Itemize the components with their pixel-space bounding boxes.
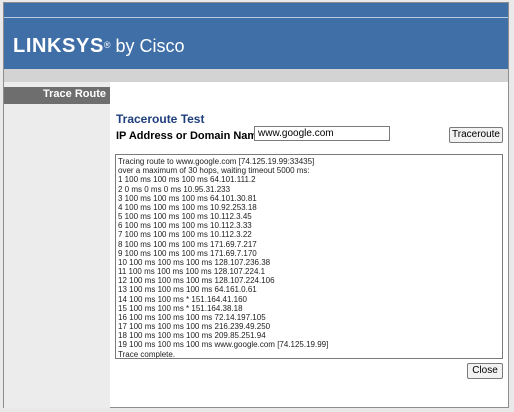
traceroute-button[interactable]: Traceroute	[449, 127, 503, 143]
router-window: LINKSYS® by Cisco Trace Route Traceroute…	[3, 2, 509, 408]
logo-brand: LINKSYS	[13, 35, 104, 57]
output-line: 5 100 ms 100 ms 100 ms 10.112.3.45	[118, 212, 252, 222]
output-line: 1 100 ms 100 ms 100 ms 64.101.111.2	[118, 175, 256, 185]
header-strip	[4, 69, 508, 82]
sidebar-item-label: Trace Route	[43, 88, 106, 100]
output-line: 7 100 ms 100 ms 100 ms 10.112.3.22	[118, 230, 252, 240]
output-line: over a maximum of 30 hops, waiting timeo…	[118, 166, 310, 176]
output-line: 12 100 ms 100 ms 100 ms 128.107.224.106	[118, 276, 275, 286]
ip-address-label: IP Address or Domain Name:	[116, 130, 267, 142]
linksys-logo: LINKSYS® by Cisco	[13, 35, 185, 57]
output-line: 16 100 ms 100 ms 100 ms 72.14.197.105	[118, 312, 266, 322]
output-line: 9 100 ms 100 ms 100 ms 171.69.7.170	[118, 248, 257, 258]
output-line: 2 0 ms 0 ms 0 ms 10.95.31.233	[118, 184, 231, 194]
sidebar: Trace Route	[4, 82, 110, 408]
output-line: 14 100 ms 100 ms * 151.164.41.160	[118, 294, 247, 304]
output-line: 15 100 ms 100 ms * 151.164.38.18	[118, 303, 243, 313]
output-line: 11 100 ms 100 ms 100 ms 128.107.224.1	[118, 267, 266, 277]
ip-address-input[interactable]: www.google.com	[254, 126, 390, 141]
page-title: Traceroute Test	[116, 112, 205, 126]
output-line: Trace complete.	[118, 349, 176, 359]
output-line: 18 100 ms 100 ms 100 ms 209.85.251.94	[118, 331, 266, 341]
output-line: 17 100 ms 100 ms 100 ms 216.239.49.250	[118, 322, 271, 332]
output-line: 19 100 ms 100 ms 100 ms www.google.com […	[118, 340, 329, 350]
output-line: 8 100 ms 100 ms 100 ms 171.69.7.217	[118, 239, 257, 249]
output-line: 13 100 ms 100 ms 100 ms 64.161.0.61	[118, 285, 257, 295]
output-line: 4 100 ms 100 ms 100 ms 10.92.253.18	[118, 202, 257, 212]
logo-reg-mark: ®	[103, 40, 111, 50]
output-line: 3 100 ms 100 ms 100 ms 64.101.30.81	[118, 193, 257, 203]
main-content: Traceroute Test IP Address or Domain Nam…	[110, 82, 508, 408]
logo-by-cisco: by Cisco	[115, 36, 185, 56]
header-bar: LINKSYS® by Cisco	[4, 3, 508, 69]
output-line: 10 100 ms 100 ms 100 ms 128.107.236.38	[118, 257, 271, 267]
output-line: Tracing route to www.google.com [74.125.…	[118, 157, 315, 166]
output-lines: Tracing route to www.google.com [74.125.…	[116, 155, 502, 359]
header-divider	[4, 17, 508, 18]
sidebar-item-trace-route[interactable]: Trace Route	[4, 87, 110, 104]
traceroute-output[interactable]: Tracing route to www.google.com [74.125.…	[115, 154, 503, 359]
output-line: 6 100 ms 100 ms 100 ms 10.112.3.33	[118, 221, 252, 231]
close-button[interactable]: Close	[467, 363, 503, 379]
